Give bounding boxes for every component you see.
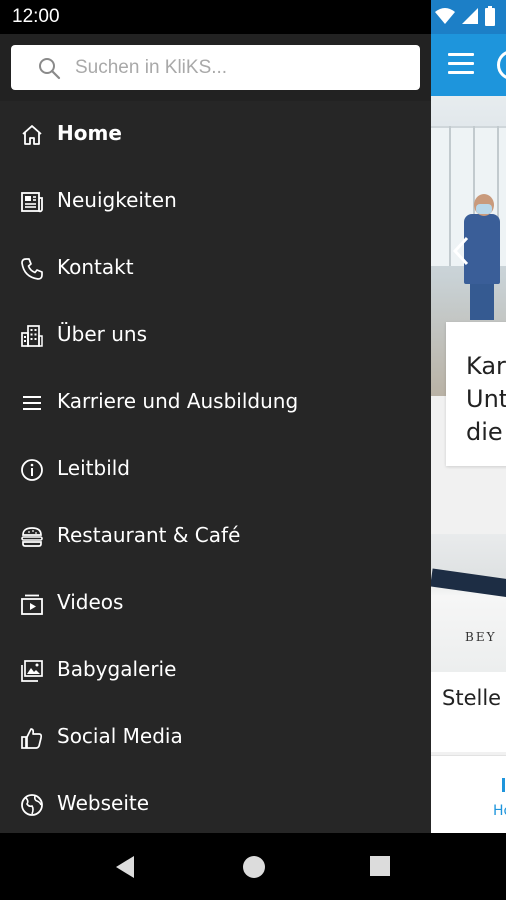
- menu-item-kontakt[interactable]: Kontakt: [0, 235, 431, 302]
- navigation-drawer: Home Neuigkeiten Kontakt Über uns Karrie: [0, 34, 431, 833]
- image-icon: [20, 659, 44, 683]
- menu-item-webseite[interactable]: Webseite: [0, 771, 431, 838]
- status-time: 12:00: [12, 6, 60, 27]
- menu-item-karriere[interactable]: Karriere und Ausbildung: [0, 369, 431, 436]
- menu-item-label: Über uns: [57, 322, 147, 346]
- menu-item-label: Videos: [57, 590, 124, 614]
- building-icon: [20, 324, 44, 348]
- signal-icon: [462, 8, 478, 24]
- job-card-title: Stelle: [442, 686, 502, 710]
- search-box[interactable]: [11, 45, 420, 90]
- menu-item-label: Kontakt: [57, 255, 134, 279]
- list-icon: [20, 391, 44, 415]
- status-bar: 12:00: [0, 0, 431, 34]
- home-tab-icon: [502, 778, 505, 792]
- home-button-icon[interactable]: [242, 855, 266, 879]
- menu-item-restaurant[interactable]: Restaurant & Café: [0, 503, 431, 570]
- search-input[interactable]: [75, 45, 405, 90]
- news-card[interactable]: Kar Unt die: [446, 322, 506, 466]
- video-icon: [20, 592, 44, 616]
- menu-item-leitbild[interactable]: Leitbild: [0, 436, 431, 503]
- search-icon: [39, 58, 61, 80]
- menu-item-label: Karriere und Ausbildung: [57, 389, 299, 413]
- back-icon[interactable]: [114, 855, 136, 879]
- search-bar: [0, 34, 431, 101]
- menu-item-babygalerie[interactable]: Babygalerie: [0, 637, 431, 704]
- menu-item-label: Webseite: [57, 791, 150, 815]
- menu-item-label: Leitbild: [57, 456, 130, 480]
- menu-item-videos[interactable]: Videos: [0, 570, 431, 637]
- menu-item-social-media[interactable]: Social Media: [0, 704, 431, 771]
- system-navigation-bar: [0, 833, 506, 900]
- recents-icon[interactable]: [369, 855, 391, 877]
- battery-icon: [485, 6, 495, 26]
- menu-item-label: Restaurant & Café: [57, 523, 241, 547]
- home-tab-label[interactable]: Ho: [493, 803, 506, 819]
- carousel-prev-icon[interactable]: [452, 236, 470, 266]
- menu-item-label: Babygalerie: [57, 657, 177, 681]
- menu-item-label: Home: [57, 121, 122, 145]
- news-card-title: Kar Unt die: [466, 352, 506, 446]
- status-icons: [432, 6, 506, 28]
- bottom-navigation: Ho: [431, 755, 506, 833]
- burger-icon: [20, 525, 44, 549]
- hamburger-menu-icon[interactable]: [448, 53, 474, 75]
- job-card-image: BEY: [431, 534, 506, 672]
- globe-icon: [20, 793, 44, 817]
- home-icon: [20, 123, 44, 147]
- menu-item-label: Neuigkeiten: [57, 188, 177, 212]
- wifi-icon: [435, 8, 455, 24]
- menu-item-label: Social Media: [57, 724, 183, 748]
- menu-item-home[interactable]: Home: [0, 101, 431, 168]
- newspaper-icon: [20, 190, 44, 214]
- thumbs-up-icon: [20, 726, 44, 750]
- phone-icon: [20, 257, 44, 281]
- menu-item-ueber-uns[interactable]: Über uns: [0, 302, 431, 369]
- info-icon: [20, 458, 44, 482]
- job-card[interactable]: Stelle: [431, 672, 506, 752]
- menu-item-neuigkeiten[interactable]: Neuigkeiten: [0, 168, 431, 235]
